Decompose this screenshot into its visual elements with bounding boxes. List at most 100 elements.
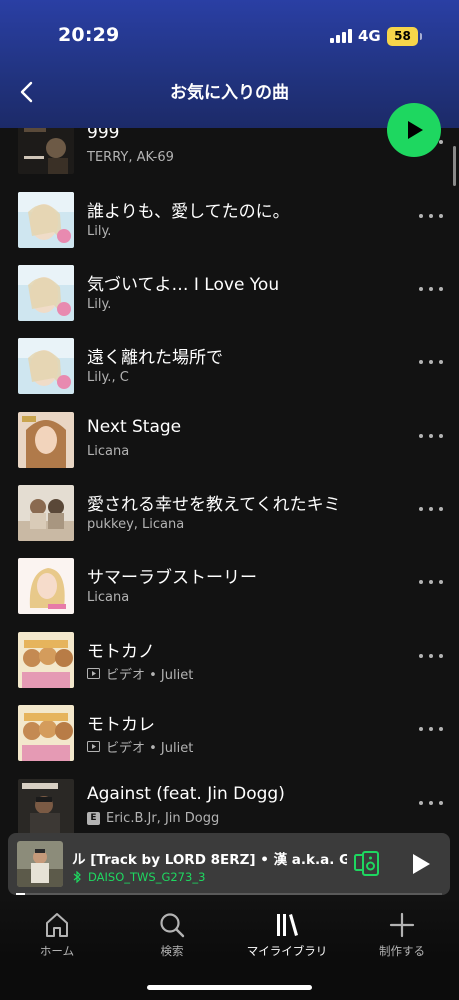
track-row[interactable]: 遠く離れた場所で Lily., C [0, 329, 459, 403]
dot [429, 507, 433, 511]
track-subtitle: Lily. [87, 224, 112, 239]
more-options-button[interactable] [419, 801, 443, 807]
track-artist: Licana [87, 444, 129, 459]
dot [419, 801, 423, 805]
more-options-button[interactable] [419, 434, 443, 440]
track-title: 誰よりも、愛してたのに。 [87, 202, 290, 222]
tab-search-label: 検索 [160, 944, 184, 958]
dot [429, 580, 433, 584]
tab-create[interactable]: 制作する [352, 911, 452, 959]
track-subtitle: Lily., C [87, 370, 129, 385]
signal-icon [330, 29, 352, 43]
track-artwork [18, 632, 74, 688]
library-icon [277, 914, 298, 936]
track-subtitle: ビデオ • Juliet [106, 741, 194, 756]
track-subtitle: Licana [87, 590, 130, 605]
track-artist: Licana [87, 590, 129, 605]
track-artwork [18, 338, 74, 394]
header: 20:29 4G 58 お気に入りの曲 [0, 0, 459, 128]
track-row[interactable]: 誰よりも、愛してたのに。 Lily. [0, 183, 459, 257]
bluetooth-icon [73, 871, 81, 883]
dot [439, 507, 443, 511]
dot [439, 580, 443, 584]
dot [429, 360, 433, 364]
track-artist: TERRY, AK-69 [87, 150, 174, 165]
battery-icon: 58 [387, 27, 422, 46]
dot [439, 434, 443, 438]
tab-library-label: マイライブラリ [246, 944, 328, 958]
dot [419, 287, 423, 291]
dot [439, 140, 443, 144]
track-list: 999 TERRY, AK-69 誰よりも、愛してたのに。 Lily. 気づいてよ… I… [0, 128, 459, 833]
device-name: DAISO_TWS_G273_3 [88, 870, 206, 884]
video-icon [87, 668, 100, 679]
more-options-button[interactable] [419, 580, 443, 586]
tab-library[interactable]: マイライブラリ [237, 911, 337, 959]
more-options-button[interactable] [419, 287, 443, 293]
mini-player[interactable]: ル [Track by LORD 8ERZ] • 漢 a.k.a. GAMI D… [8, 833, 450, 895]
more-options-button[interactable] [419, 214, 443, 220]
track-subtitle: TERRY, AK-69 [87, 150, 174, 165]
more-options-button[interactable] [419, 727, 443, 733]
track-title: サマーラブストーリー [87, 568, 257, 588]
dot [429, 654, 433, 658]
track-subtitle: ビデオ • Juliet [106, 668, 194, 683]
tab-home[interactable]: ホーム [7, 911, 107, 959]
track-artwork [18, 558, 74, 614]
mini-player-play-button[interactable] [408, 851, 434, 877]
track-row[interactable]: 愛される幸せを教えてくれたキミ pukkey, Licana [0, 476, 459, 550]
tab-create-label: 制作する [379, 944, 425, 958]
track-artwork [18, 485, 74, 541]
dot [429, 727, 433, 731]
track-subtitle: Eric.B.Jr, Jin Dogg [106, 811, 220, 826]
track-row[interactable]: Next Stage Licana [0, 403, 459, 477]
dot [419, 654, 423, 658]
track-subtitle: Licana [87, 444, 130, 459]
track-artwork [18, 128, 74, 174]
more-options-button[interactable] [419, 360, 443, 366]
tab-home-label: ホーム [39, 944, 75, 958]
track-title: 遠く離れた場所で [87, 348, 223, 368]
dot [439, 287, 443, 291]
play-icon [413, 854, 430, 874]
track-artist: ビデオ • Juliet [87, 664, 193, 683]
page-title: お気に入りの曲 [170, 83, 289, 103]
track-title: Against (feat. Jin Dogg) [87, 784, 285, 804]
dot [439, 360, 443, 364]
connect-device-button[interactable] [353, 850, 381, 878]
track-row[interactable]: モトカノビデオ • Juliet [0, 623, 459, 697]
track-row[interactable]: モトカレ ビデオ • Juliet [0, 696, 459, 770]
dot [419, 507, 423, 511]
track-title: モトカノ [87, 642, 155, 662]
dot [419, 214, 423, 218]
track-artist: ビデオ • Juliet [87, 737, 193, 756]
tab-search[interactable]: 検索 [122, 911, 222, 959]
scrollbar[interactable] [453, 146, 456, 186]
search-icon [160, 913, 185, 938]
track-row[interactable]: Against (feat. Jin Dogg) E Eric.B.Jr, Jin … [0, 770, 459, 833]
nav-bar: お気に入りの曲 [0, 70, 459, 110]
network-label: 4G [358, 27, 381, 45]
more-options-button[interactable] [419, 654, 443, 660]
dot [419, 360, 423, 364]
dot [419, 434, 423, 438]
explicit-badge: E [87, 812, 100, 825]
mini-player-title-wrap: ル [Track by LORD 8ERZ] • 漢 a.k.a. GAMI [72, 848, 347, 868]
home-indicator [147, 985, 312, 990]
more-options-button[interactable] [419, 507, 443, 513]
mini-player-title: ル [Track by LORD 8ERZ] • 漢 a.k.a. GAMI [72, 852, 347, 868]
play-button[interactable] [387, 103, 441, 157]
track-artwork [18, 705, 74, 761]
speaker-device-icon [354, 851, 379, 876]
status-bar: 20:29 4G 58 [0, 0, 459, 70]
dot [439, 727, 443, 731]
track-title: 気づいてよ… I Love You [87, 275, 280, 295]
track-row[interactable]: 気づいてよ… I Love You Lily. [0, 256, 459, 330]
plus-icon [389, 912, 415, 938]
track-artist: Lily. [87, 224, 111, 239]
track-artwork [18, 192, 74, 248]
video-icon [87, 741, 100, 752]
battery-level: 58 [394, 29, 411, 43]
track-row[interactable]: サマーラブストーリー Licana [0, 549, 459, 623]
dot [439, 801, 443, 805]
